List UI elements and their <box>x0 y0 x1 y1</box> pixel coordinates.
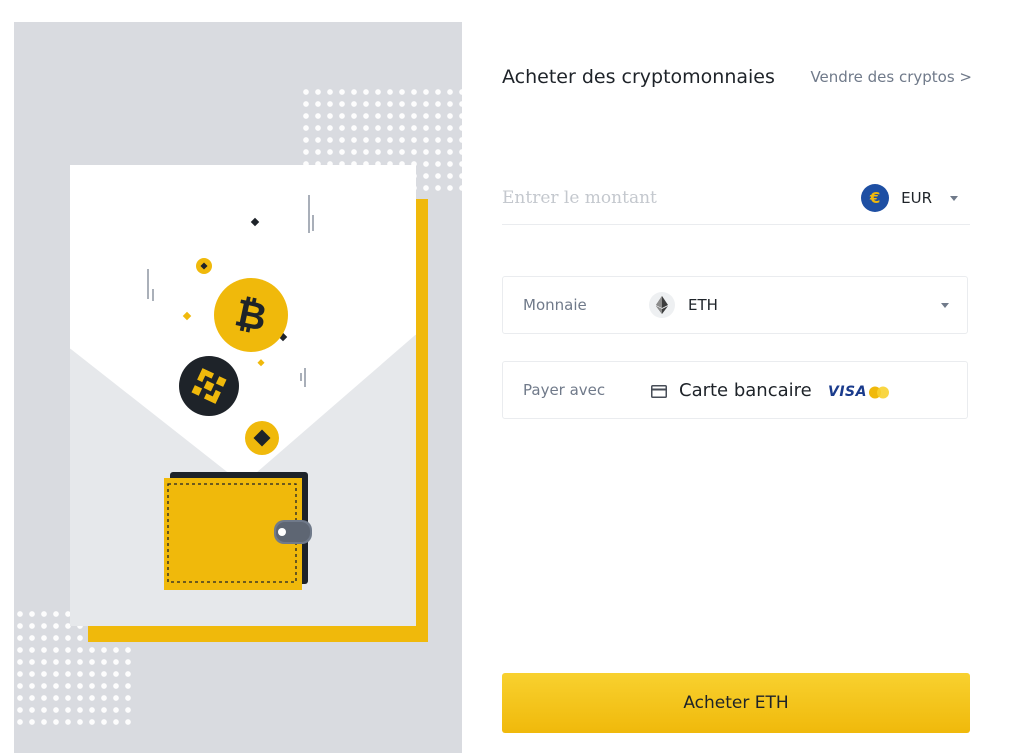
caret-down-icon <box>941 302 949 308</box>
illustration-panel: ₿ <box>14 22 462 753</box>
form-header: Acheter des cryptomonnaies Vendre des cr… <box>502 62 972 92</box>
coin-icon <box>245 421 279 455</box>
payment-method-field[interactable]: Payer avec Carte bancaire VISA <box>502 361 968 419</box>
sell-crypto-link[interactable]: Vendre des cryptos > <box>810 68 972 86</box>
buy-button[interactable]: Acheter ETH <box>502 673 970 733</box>
visa-logo: VISA <box>828 384 867 400</box>
coin-label: Monnaie <box>523 296 587 314</box>
caret-down-icon <box>950 195 958 201</box>
amount-row: € EUR <box>502 172 970 225</box>
currency-code: EUR <box>901 189 932 207</box>
payment-label: Payer avec <box>523 381 606 399</box>
bitcoin-icon: ₿ <box>214 278 288 352</box>
ethereum-icon <box>649 292 675 318</box>
envelope-card: ₿ <box>70 165 416 626</box>
page-title: Acheter des cryptomonnaies <box>502 66 775 88</box>
coin-select[interactable]: Monnaie ETH <box>502 276 968 334</box>
small-coin-icon <box>196 258 212 274</box>
amount-input[interactable] <box>502 188 802 208</box>
payment-method-name: Carte bancaire <box>679 379 812 401</box>
coin-code: ETH <box>688 296 718 314</box>
mastercard-icon <box>869 386 889 399</box>
euro-icon: € <box>861 184 890 212</box>
credit-card-icon <box>651 383 667 402</box>
buy-form-panel: Acheter des cryptomonnaies Vendre des cr… <box>462 22 1014 753</box>
wallet-icon <box>164 472 312 590</box>
binance-icon <box>179 356 239 416</box>
currency-select[interactable]: € EUR <box>861 184 958 212</box>
